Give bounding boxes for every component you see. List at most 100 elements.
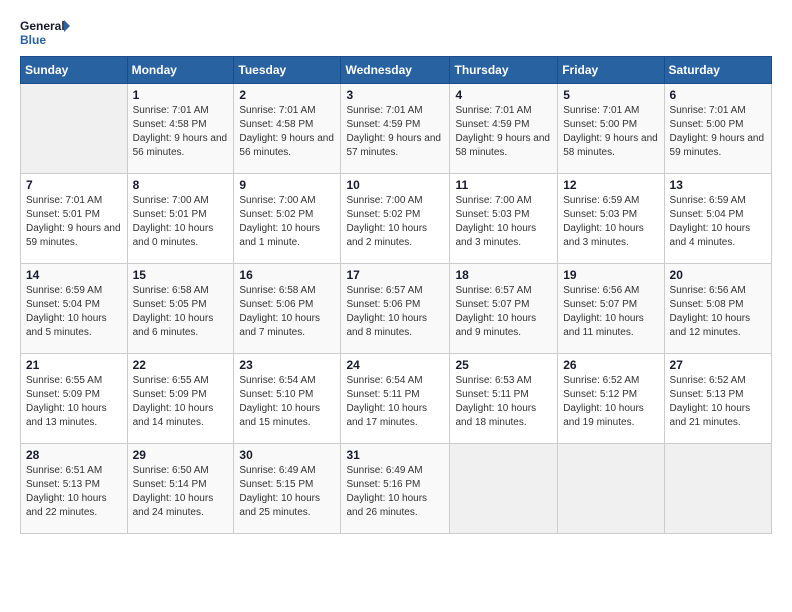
- day-info: Sunrise: 7:00 AMSunset: 5:02 PMDaylight:…: [239, 194, 335, 250]
- day-number: 15: [133, 268, 229, 282]
- day-info: Sunrise: 7:00 AMSunset: 5:03 PMDaylight:…: [455, 194, 552, 250]
- day-info: Sunrise: 6:52 AMSunset: 5:13 PMDaylight:…: [670, 374, 766, 430]
- day-info: Sunrise: 7:01 AMSunset: 5:01 PMDaylight:…: [26, 194, 122, 250]
- logo: General Blue: [20, 16, 74, 48]
- day-info: Sunrise: 6:59 AMSunset: 5:04 PMDaylight:…: [670, 194, 766, 250]
- day-info: Sunrise: 6:54 AMSunset: 5:11 PMDaylight:…: [346, 374, 444, 430]
- day-number: 29: [133, 448, 229, 462]
- day-info: Sunrise: 6:49 AMSunset: 5:16 PMDaylight:…: [346, 464, 444, 520]
- calendar-cell: 19 Sunrise: 6:56 AMSunset: 5:07 PMDayligh…: [558, 264, 664, 354]
- day-number: 19: [563, 268, 658, 282]
- day-info: Sunrise: 6:52 AMSunset: 5:12 PMDaylight:…: [563, 374, 658, 430]
- calendar-cell: 5 Sunrise: 7:01 AMSunset: 5:00 PMDaylight…: [558, 84, 664, 174]
- day-number: 14: [26, 268, 122, 282]
- calendar-cell: 11 Sunrise: 7:00 AMSunset: 5:03 PMDayligh…: [450, 174, 558, 264]
- header-day-tuesday: Tuesday: [234, 57, 341, 84]
- day-number: 1: [133, 88, 229, 102]
- header-day-saturday: Saturday: [664, 57, 771, 84]
- logo-blue: Blue: [20, 33, 46, 47]
- calendar-cell: 4 Sunrise: 7:01 AMSunset: 4:59 PMDaylight…: [450, 84, 558, 174]
- calendar-cell: 18Sunrise: 6:57 AMSunset: 5:07 PMDayligh…: [450, 264, 558, 354]
- calendar-cell: 6 Sunrise: 7:01 AMSunset: 5:00 PMDaylight…: [664, 84, 771, 174]
- calendar-cell: 22Sunrise: 6:55 AMSunset: 5:09 PMDayligh…: [127, 354, 234, 444]
- day-info: Sunrise: 6:59 AMSunset: 5:04 PMDaylight:…: [26, 284, 122, 340]
- day-number: 7: [26, 178, 122, 192]
- day-number: 3: [346, 88, 444, 102]
- day-number: 26: [563, 358, 658, 372]
- day-number: 5: [563, 88, 658, 102]
- day-info: Sunrise: 6:59 AMSunset: 5:03 PMDaylight:…: [563, 194, 658, 250]
- day-info: Sunrise: 6:56 AMSunset: 5:08 PMDaylight:…: [670, 284, 766, 340]
- calendar-week-3: 14 Sunrise: 6:59 AMSunset: 5:04 PMDayligh…: [21, 264, 772, 354]
- calendar-cell: 14 Sunrise: 6:59 AMSunset: 5:04 PMDayligh…: [21, 264, 128, 354]
- calendar-cell: 15 Sunrise: 6:58 AMSunset: 5:05 PMDayligh…: [127, 264, 234, 354]
- day-number: 20: [670, 268, 766, 282]
- day-info: Sunrise: 6:55 AMSunset: 5:09 PMDaylight:…: [26, 374, 122, 430]
- day-info: Sunrise: 6:51 AMSunset: 5:13 PMDaylight:…: [26, 464, 122, 520]
- calendar-cell: 31 Sunrise: 6:49 AMSunset: 5:16 PMDayligh…: [341, 444, 450, 534]
- day-info: Sunrise: 7:00 AMSunset: 5:01 PMDaylight:…: [133, 194, 229, 250]
- calendar-cell: 16 Sunrise: 6:58 AMSunset: 5:06 PMDayligh…: [234, 264, 341, 354]
- calendar-week-2: 7 Sunrise: 7:01 AMSunset: 5:01 PMDaylight…: [21, 174, 772, 264]
- calendar-cell: [21, 84, 128, 174]
- logo-arrow: [64, 20, 70, 32]
- day-number: 12: [563, 178, 658, 192]
- day-number: 9: [239, 178, 335, 192]
- calendar-cell: 28Sunrise: 6:51 AMSunset: 5:13 PMDayligh…: [21, 444, 128, 534]
- day-number: 24: [346, 358, 444, 372]
- day-number: 30: [239, 448, 335, 462]
- day-info: Sunrise: 7:01 AMSunset: 4:58 PMDaylight:…: [239, 104, 335, 160]
- header-day-thursday: Thursday: [450, 57, 558, 84]
- day-number: 27: [670, 358, 766, 372]
- calendar-cell: 7 Sunrise: 7:01 AMSunset: 5:01 PMDaylight…: [21, 174, 128, 264]
- calendar-cell: [450, 444, 558, 534]
- calendar-cell: [558, 444, 664, 534]
- day-info: Sunrise: 6:56 AMSunset: 5:07 PMDaylight:…: [563, 284, 658, 340]
- day-info: Sunrise: 6:57 AMSunset: 5:06 PMDaylight:…: [346, 284, 444, 340]
- day-info: Sunrise: 7:01 AMSunset: 5:00 PMDaylight:…: [670, 104, 766, 160]
- day-number: 2: [239, 88, 335, 102]
- header-day-monday: Monday: [127, 57, 234, 84]
- day-number: 31: [346, 448, 444, 462]
- day-info: Sunrise: 6:58 AMSunset: 5:05 PMDaylight:…: [133, 284, 229, 340]
- calendar-cell: 26 Sunrise: 6:52 AMSunset: 5:12 PMDayligh…: [558, 354, 664, 444]
- day-number: 16: [239, 268, 335, 282]
- calendar-cell: 21 Sunrise: 6:55 AMSunset: 5:09 PMDayligh…: [21, 354, 128, 444]
- logo-general: General: [20, 19, 65, 33]
- day-info: Sunrise: 6:53 AMSunset: 5:11 PMDaylight:…: [455, 374, 552, 430]
- day-info: Sunrise: 7:01 AMSunset: 4:59 PMDaylight:…: [455, 104, 552, 160]
- day-number: 4: [455, 88, 552, 102]
- calendar-cell: 10 Sunrise: 7:00 AMSunset: 5:02 PMDayligh…: [341, 174, 450, 264]
- header-day-sunday: Sunday: [21, 57, 128, 84]
- header: General Blue: [20, 16, 772, 48]
- day-number: 6: [670, 88, 766, 102]
- day-number: 10: [346, 178, 444, 192]
- day-number: 11: [455, 178, 552, 192]
- calendar-cell: 2 Sunrise: 7:01 AMSunset: 4:58 PMDaylight…: [234, 84, 341, 174]
- day-info: Sunrise: 6:58 AMSunset: 5:06 PMDaylight:…: [239, 284, 335, 340]
- header-day-friday: Friday: [558, 57, 664, 84]
- logo-svg: General Blue: [20, 16, 70, 48]
- calendar-cell: 30 Sunrise: 6:49 AMSunset: 5:15 PMDayligh…: [234, 444, 341, 534]
- day-number: 21: [26, 358, 122, 372]
- calendar-week-4: 21 Sunrise: 6:55 AMSunset: 5:09 PMDayligh…: [21, 354, 772, 444]
- calendar-cell: 3 Sunrise: 7:01 AMSunset: 4:59 PMDaylight…: [341, 84, 450, 174]
- day-number: 22: [133, 358, 229, 372]
- calendar-cell: 23Sunrise: 6:54 AMSunset: 5:10 PMDayligh…: [234, 354, 341, 444]
- calendar-cell: 29 Sunrise: 6:50 AMSunset: 5:14 PMDayligh…: [127, 444, 234, 534]
- calendar-cell: 27 Sunrise: 6:52 AMSunset: 5:13 PMDayligh…: [664, 354, 771, 444]
- calendar-table: SundayMondayTuesdayWednesdayThursdayFrid…: [20, 56, 772, 534]
- day-number: 17: [346, 268, 444, 282]
- day-info: Sunrise: 7:01 AMSunset: 4:59 PMDaylight:…: [346, 104, 444, 160]
- day-info: Sunrise: 7:00 AMSunset: 5:02 PMDaylight:…: [346, 194, 444, 250]
- calendar-week-5: 28Sunrise: 6:51 AMSunset: 5:13 PMDayligh…: [21, 444, 772, 534]
- header-day-wednesday: Wednesday: [341, 57, 450, 84]
- calendar-cell: 9 Sunrise: 7:00 AMSunset: 5:02 PMDaylight…: [234, 174, 341, 264]
- calendar-header-row: SundayMondayTuesdayWednesdayThursdayFrid…: [21, 57, 772, 84]
- calendar-cell: 17 Sunrise: 6:57 AMSunset: 5:06 PMDayligh…: [341, 264, 450, 354]
- day-info: Sunrise: 6:49 AMSunset: 5:15 PMDaylight:…: [239, 464, 335, 520]
- day-number: 13: [670, 178, 766, 192]
- day-info: Sunrise: 6:50 AMSunset: 5:14 PMDaylight:…: [133, 464, 229, 520]
- day-info: Sunrise: 7:01 AMSunset: 5:00 PMDaylight:…: [563, 104, 658, 160]
- calendar-cell: 8Sunrise: 7:00 AMSunset: 5:01 PMDaylight…: [127, 174, 234, 264]
